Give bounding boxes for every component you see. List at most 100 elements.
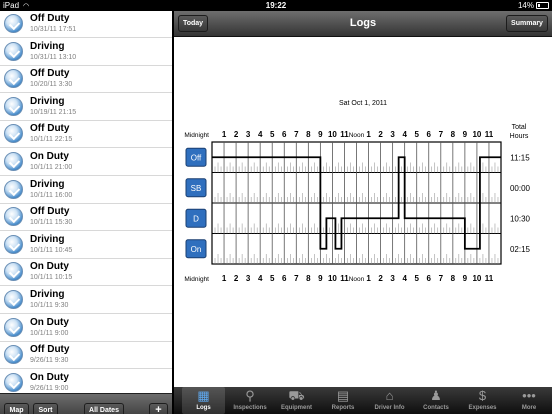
entry-status: Driving — [30, 40, 65, 52]
tab-expenses[interactable]: $ Expenses — [461, 387, 504, 414]
tab-inspections[interactable]: ⚲ Inspections — [229, 387, 272, 414]
hour-label: Midnight — [184, 276, 209, 283]
map-button[interactable]: Map — [4, 403, 29, 414]
hour-label: 9 — [318, 130, 323, 139]
list-item[interactable]: On Duty 10/1/11 10:15 — [0, 259, 172, 287]
tab-label: Expenses — [468, 405, 497, 411]
log-date: Sat Oct 1, 2011 — [339, 100, 387, 107]
hour-label: 2 — [234, 130, 239, 139]
list-item[interactable]: Driving 10/1/11 16:00 — [0, 176, 172, 204]
row-total-hours: 11:15 — [510, 153, 530, 162]
hour-label: 11 — [485, 130, 494, 139]
hour-label: 8 — [306, 130, 311, 139]
tab-label: Contacts — [423, 405, 449, 411]
status-button-label: SB — [191, 184, 202, 193]
entry-status: On Duty — [30, 371, 69, 383]
more-icon: ••• — [522, 388, 536, 403]
entry-time: 9/26/11 9:00 — [30, 384, 69, 392]
battery-percent: 14% — [517, 1, 534, 10]
hour-label: 4 — [258, 130, 263, 139]
hour-label: 3 — [246, 274, 251, 283]
hour-label: 1 — [366, 130, 371, 139]
entry-time: 10/1/11 16:00 — [30, 191, 73, 199]
total-hours-header: Total Hours — [510, 124, 529, 140]
tab-logs[interactable]: ▦ Logs — [182, 387, 225, 414]
entry-status: Off Duty — [30, 68, 70, 80]
entry-time: 10/1/11 9:30 — [30, 302, 69, 309]
list-item[interactable]: On Duty 10/1/11 21:00 — [0, 149, 172, 176]
status-check-icon — [4, 179, 23, 199]
hour-label: 8 — [306, 274, 311, 283]
list-item[interactable]: Off Duty 9/26/11 9:30 — [0, 342, 172, 370]
entry-time: 10/19/11 21:15 — [30, 108, 77, 116]
hour-label: 5 — [270, 130, 275, 139]
clipboard-icon: ▤ — [336, 388, 350, 403]
status-check-icon — [4, 96, 23, 116]
all-dates-button[interactable]: All Dates — [84, 403, 124, 414]
hour-label: 7 — [439, 130, 444, 139]
list-item[interactable]: On Duty 10/1/11 9:00 — [0, 314, 172, 342]
list-item[interactable]: Off Duty 10/1/11 15:30 — [0, 204, 172, 232]
entry-time: 10/31/11 17:51 — [30, 26, 77, 33]
hour-label: 6 — [282, 274, 287, 283]
list-item[interactable]: Driving 10/1/11 9:30 — [0, 287, 172, 314]
page-title: Logs — [349, 17, 377, 29]
tab-reports[interactable]: ▤ Reports — [322, 387, 365, 414]
log-entry-list[interactable]: Off Duty 10/31/11 17:51 Driving 10/31/11 13… — [0, 11, 172, 414]
hour-label: 9 — [463, 274, 468, 283]
status-check-icon — [4, 41, 23, 61]
hour-label: 4 — [402, 274, 407, 283]
status-check-icon — [4, 14, 23, 33]
person-icon: ♟ — [430, 388, 442, 403]
entry-status: Driving — [30, 178, 65, 190]
entry-time: 10/20/11 3:30 — [30, 81, 73, 89]
list-item[interactable]: Off Duty 10/20/11 3:30 — [0, 66, 172, 94]
tab-label: Equipment — [281, 405, 312, 411]
tab-equipment[interactable]: ⛟ Equipment — [275, 387, 318, 414]
hour-label: Noon — [349, 132, 365, 139]
add-button[interactable]: + — [149, 403, 168, 414]
hour-label: Midnight — [184, 132, 209, 139]
sort-button[interactable]: Sort — [33, 403, 58, 414]
hour-label: 2 — [378, 130, 383, 139]
hour-label: 11 — [485, 274, 494, 283]
hour-label: 10 — [472, 274, 481, 283]
nav-bar: Today Logs Summary — [174, 11, 552, 37]
hour-label: 6 — [282, 130, 287, 139]
status-button-label: On — [191, 245, 202, 254]
hour-label: 9 — [463, 130, 468, 139]
list-toolbar: Map Sort All Dates + — [0, 393, 172, 414]
list-item[interactable]: Driving 10/1/11 10:45 — [0, 231, 172, 259]
tab-driver-info[interactable]: ⌂ Driver Info — [368, 387, 411, 414]
entry-status: On Duty — [30, 316, 69, 328]
status-check-icon — [4, 152, 23, 171]
tab-label: Inspections — [233, 405, 267, 411]
hour-label: 1 — [222, 274, 227, 283]
hour-label: 1 — [222, 130, 227, 139]
entry-status: Driving — [30, 233, 65, 245]
tab-contacts[interactable]: ♟ Contacts — [415, 387, 458, 414]
row-total-hours: 02:15 — [510, 245, 531, 254]
status-check-icon — [4, 317, 23, 337]
entry-status: On Duty — [30, 151, 69, 162]
list-item[interactable]: Off Duty 10/31/11 17:51 — [0, 11, 172, 38]
summary-button[interactable]: Summary — [506, 15, 548, 32]
tab-label: Logs — [196, 405, 211, 411]
house-icon: ⌂ — [385, 388, 394, 403]
hour-label: 10 — [328, 274, 337, 283]
status-check-icon — [4, 262, 23, 282]
status-check-icon — [4, 234, 23, 254]
magnifier-icon: ⚲ — [245, 388, 255, 403]
status-button-label: Off — [191, 153, 202, 162]
hour-label: Noon — [349, 276, 365, 283]
list-item[interactable]: Off Duty 10/1/11 22:15 — [0, 121, 172, 149]
entry-status: On Duty — [30, 261, 69, 273]
clock: 19:22 — [265, 1, 287, 10]
hour-label: 7 — [294, 130, 299, 139]
row-total-hours: 10:30 — [510, 214, 531, 223]
list-item[interactable]: Driving 10/19/11 21:15 — [0, 93, 172, 121]
status-bar: iPad ◠ 19:22 14% — [0, 0, 552, 11]
status-check-icon — [4, 207, 23, 227]
list-item[interactable]: Driving 10/31/11 13:10 — [0, 38, 172, 66]
tab-more[interactable]: ••• More — [508, 387, 551, 414]
